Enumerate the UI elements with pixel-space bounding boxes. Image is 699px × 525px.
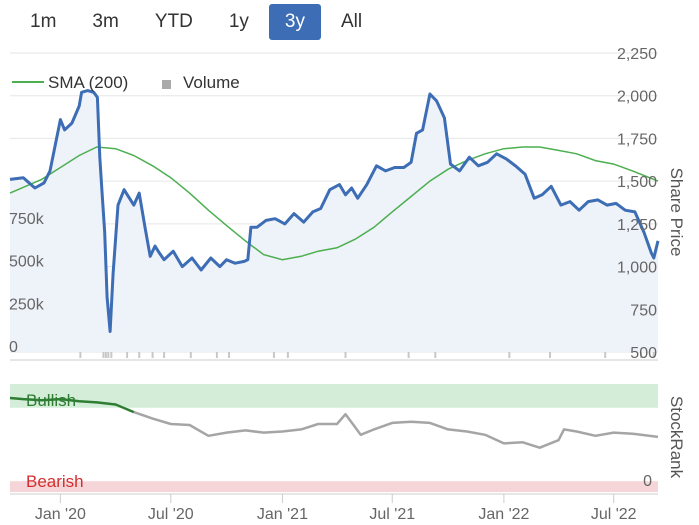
- stockrank-neutral-line: [133, 410, 659, 449]
- stock-chart: SMA (200) Volume 500 750 1,000 1,250 1,500 1,…: [9, 46, 686, 523]
- volume-bar: [434, 351, 437, 358]
- volume-tick-label: 750k: [9, 211, 45, 228]
- price-tick-label: 2,000: [617, 89, 657, 106]
- x-tick-label: Jul '21: [369, 506, 415, 523]
- price-axis-title: Share Price: [667, 168, 686, 257]
- x-tick-label: Jan '22: [478, 506, 529, 523]
- price-tick-label: 1,000: [617, 260, 657, 277]
- x-tick-label: Jan '20: [35, 506, 86, 523]
- stockrank-min-label: 0: [643, 473, 652, 490]
- stockrank-panel: Bullish Bearish 0 StockRank: [9, 384, 686, 492]
- x-tick-label: Jul '20: [148, 506, 194, 523]
- bearish-zone: [10, 481, 658, 492]
- price-tick-label: 500: [630, 345, 657, 362]
- stockrank-axis-title: StockRank: [667, 396, 686, 479]
- legend-volume-swatch: [162, 80, 171, 89]
- legend: SMA (200) Volume: [12, 73, 240, 92]
- volume-tick-label: 500k: [9, 254, 45, 271]
- price-tick-label: 2,250: [617, 46, 657, 63]
- price-tick-label: 1,250: [617, 217, 657, 234]
- price-tick-label: 750: [630, 302, 657, 319]
- x-tick-label: Jul '22: [591, 506, 637, 523]
- bearish-label: Bearish: [26, 472, 84, 491]
- volume-tick-label: 0: [9, 339, 18, 356]
- x-axis: Jan '20 Jul '20 Jan '21 Jul '21 Jan '22 Jul '…: [10, 493, 658, 523]
- price-tick-label: 1,500: [617, 174, 657, 191]
- price-tick-label: 1,750: [617, 131, 657, 148]
- legend-volume-label[interactable]: Volume: [183, 73, 240, 92]
- x-tick-label: Jan '21: [257, 506, 308, 523]
- legend-sma-label[interactable]: SMA (200): [48, 73, 128, 92]
- volume-tick-label: 250k: [9, 296, 45, 313]
